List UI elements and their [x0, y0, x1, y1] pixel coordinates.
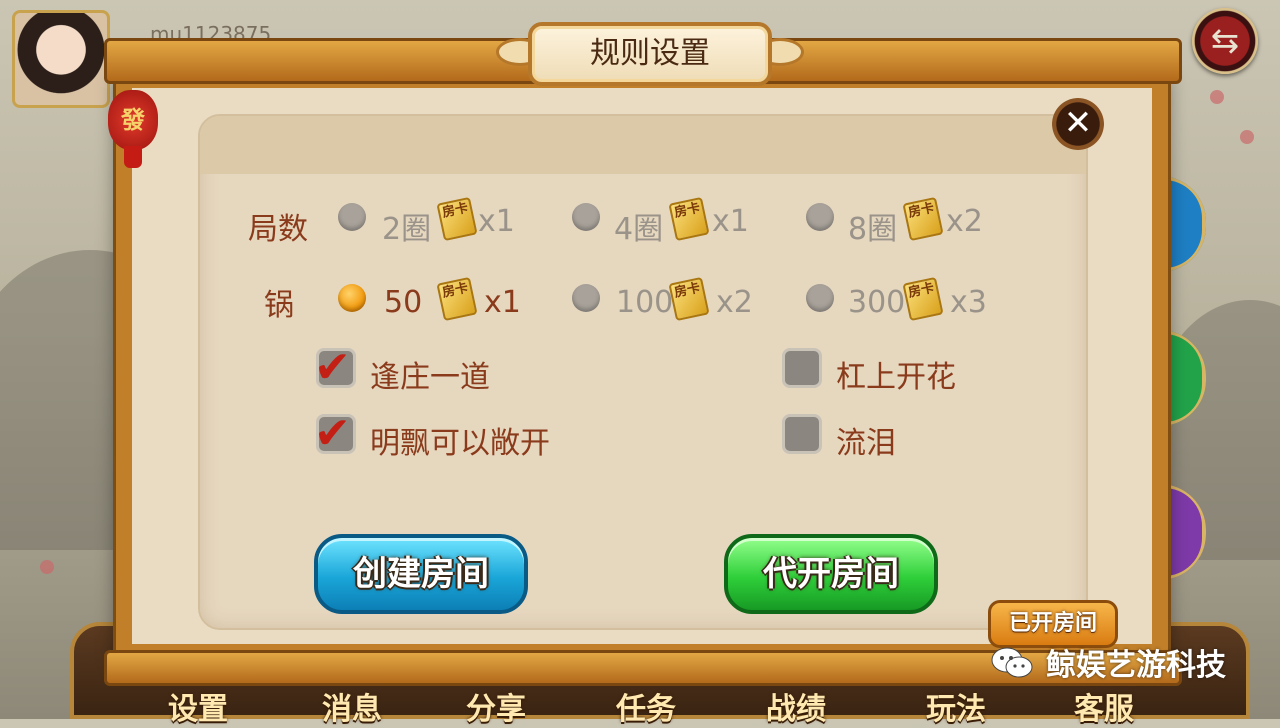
- pot-option-50-text[interactable]: 50: [384, 285, 422, 320]
- menu-share[interactable]: 分享: [466, 684, 526, 728]
- toggle-fengzhuang-label[interactable]: 逢庄一道: [370, 352, 490, 396]
- options-panel-header: [200, 116, 1086, 174]
- rounds-option-2-cost: x1: [478, 204, 515, 239]
- menu-messages[interactable]: 消息: [322, 684, 382, 728]
- checkmark-icon: ✔: [314, 408, 351, 459]
- swap-arrows-icon: ⇆: [1210, 21, 1240, 61]
- wechat-icon: [991, 647, 1033, 678]
- pot-label: 锅: [264, 288, 294, 323]
- menu-tasks[interactable]: 任务: [616, 684, 676, 728]
- pot-option-300-cost: x3: [950, 285, 987, 320]
- plum-blossom-decoration: [1210, 90, 1224, 104]
- pot-option-50-radio[interactable]: [338, 284, 366, 312]
- rounds-option-4-cost: x1: [712, 204, 749, 239]
- lantern-tassel: [124, 146, 142, 168]
- rounds-label: 局数: [248, 212, 308, 247]
- toggle-liulei-checkbox[interactable]: [782, 414, 822, 454]
- pot-option-300-text[interactable]: 300: [848, 285, 905, 320]
- pot-option-100-cost: x2: [716, 285, 753, 320]
- lantern-icon: 發: [108, 90, 158, 150]
- menu-support[interactable]: 客服: [1074, 684, 1134, 728]
- plum-blossom-decoration: [1240, 130, 1254, 144]
- rounds-option-4-text[interactable]: 4圈: [614, 204, 663, 248]
- toggle-liulei-label[interactable]: 流泪: [836, 418, 896, 462]
- menu-rules[interactable]: 玩法: [926, 684, 986, 728]
- rounds-option-4-radio[interactable]: [572, 203, 600, 231]
- close-button[interactable]: ✕: [1052, 98, 1104, 150]
- pot-option-100-text[interactable]: 100: [616, 285, 673, 320]
- switch-account-button[interactable]: ⇆: [1192, 8, 1258, 74]
- pot-option-50-cost: x1: [484, 285, 521, 320]
- pot-option-300-radio[interactable]: [806, 284, 834, 312]
- rounds-option-8-cost: x2: [946, 204, 983, 239]
- toggle-mingpiao-label[interactable]: 明飘可以敞开: [370, 418, 550, 462]
- menu-records[interactable]: 战绩: [766, 684, 826, 728]
- menu-settings[interactable]: 设置: [168, 684, 228, 728]
- player-avatar[interactable]: [12, 10, 110, 108]
- rounds-option-2-radio[interactable]: [338, 203, 366, 231]
- toggle-gangshang-checkbox[interactable]: [782, 348, 822, 388]
- rounds-option-8-text[interactable]: 8圈: [848, 204, 897, 248]
- toggle-gangshang-label[interactable]: 杠上开花: [836, 352, 956, 396]
- watermark-text: 鲸娱艺游科技: [1046, 648, 1226, 683]
- rounds-option-2-text[interactable]: 2圈: [382, 204, 431, 248]
- create-room-button[interactable]: 创建房间: [314, 534, 528, 614]
- checkmark-icon: ✔: [314, 342, 351, 393]
- pot-option-100-radio[interactable]: [572, 284, 600, 312]
- rounds-option-8-radio[interactable]: [806, 203, 834, 231]
- dialog-title: 规则设置: [528, 22, 772, 86]
- proxy-room-button[interactable]: 代开房间: [724, 534, 938, 614]
- plum-blossom-decoration: [40, 560, 54, 574]
